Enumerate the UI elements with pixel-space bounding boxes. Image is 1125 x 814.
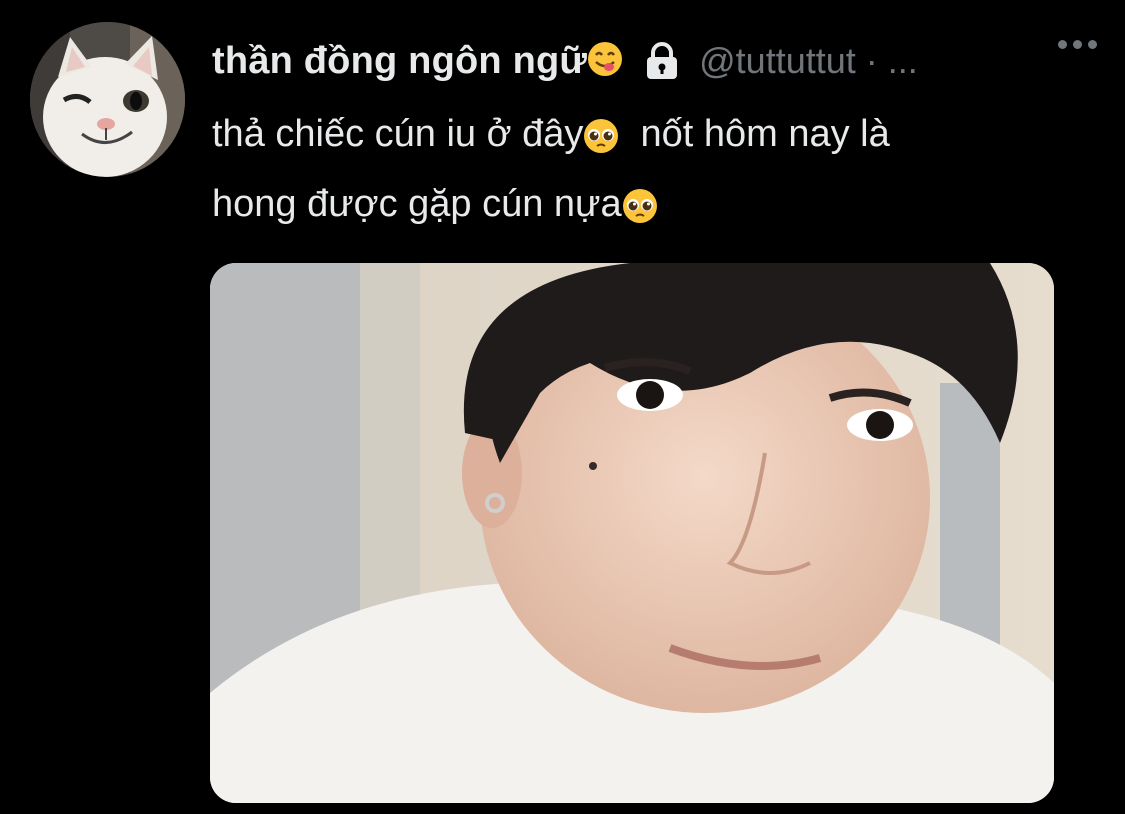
savoring-food-emoji	[587, 41, 623, 82]
more-horizontal-icon[interactable]	[1058, 40, 1097, 49]
more-dot	[1088, 40, 1097, 49]
selfie-photo	[210, 263, 1054, 803]
more-dot	[1058, 40, 1067, 49]
pleading-face-emoji	[583, 102, 619, 170]
tweet-text: thả chiếc cún iu ở đây nốt hôm nay là ho…	[212, 100, 1072, 240]
user-handle[interactable]: @tuttuttut	[699, 40, 856, 82]
avatar[interactable]	[30, 22, 185, 177]
tweet-header: thần đồng ngôn ngữ @tuttuttut · ...	[212, 36, 1092, 86]
tweet-text-segment: thả chiếc cún iu ở đây	[212, 113, 584, 155]
tweet-text-line-1: thả chiếc cún iu ở đây nốt hôm nay là	[212, 100, 1072, 170]
pleading-emoji-icon	[584, 118, 619, 153]
yum-emoji-icon	[588, 41, 623, 76]
lock-icon	[643, 41, 681, 81]
tweet-text-segment: nốt hôm nay là	[640, 113, 890, 155]
pleading-emoji-icon	[622, 188, 657, 223]
display-name[interactable]: thần đồng ngôn ngữ	[212, 40, 587, 83]
tweet-media-photo[interactable]	[210, 263, 1054, 803]
separator-dot: ·	[865, 40, 878, 81]
more-dot	[1073, 40, 1082, 49]
pleading-face-emoji	[622, 172, 658, 240]
tweet: thần đồng ngôn ngữ @tuttuttut · ... thả …	[0, 0, 1125, 814]
timestamp[interactable]: ...	[888, 40, 918, 82]
tweet-text-line-2: hong được gặp cún nựa	[212, 170, 1072, 240]
tweet-text-segment: hong được gặp cún nựa	[212, 182, 622, 225]
cat-avatar-image	[30, 22, 185, 177]
